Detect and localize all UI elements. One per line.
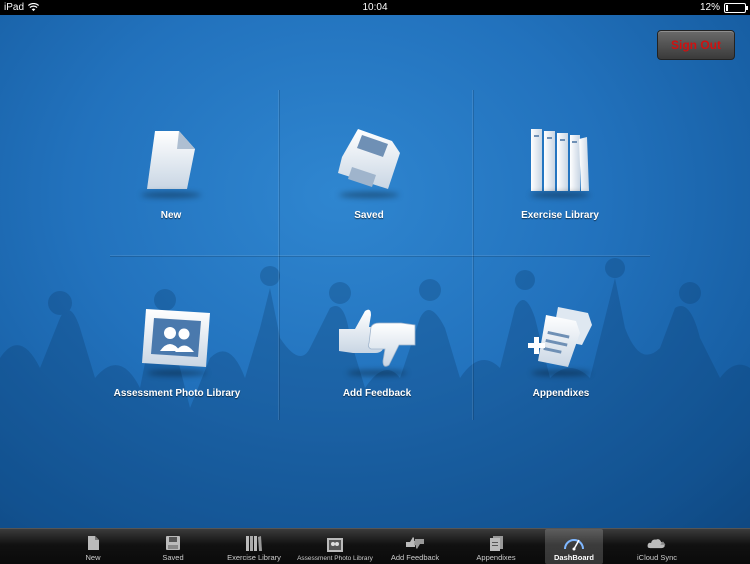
clock: 10:04 <box>362 2 388 13</box>
dashboard-area: Sign Out New Saved Exercise Library Asse… <box>0 15 750 528</box>
appendix-icon <box>516 298 606 378</box>
battery-percent: 12% <box>699 2 720 13</box>
dashboard-icon <box>563 533 585 553</box>
floppy-disk-icon <box>162 533 184 553</box>
tile-exercise-library[interactable]: Exercise Library <box>475 120 645 260</box>
tab-dashboard[interactable]: DashBoard <box>545 529 603 564</box>
books-icon <box>515 120 605 200</box>
tile-saved[interactable]: Saved <box>284 120 454 260</box>
tab-icloud-sync[interactable]: iCloud Sync <box>621 529 693 564</box>
tab-saved[interactable]: Saved <box>137 529 209 564</box>
tab-appendixes[interactable]: Appendixes <box>460 529 532 564</box>
tile-add-feedback[interactable]: Add Feedback <box>292 298 462 438</box>
tab-exercise-library[interactable]: Exercise Library <box>218 529 290 564</box>
books-icon <box>243 533 265 553</box>
photo-icon <box>132 298 222 378</box>
tab-assessment-photo-library[interactable]: Assessment Photo Library <box>297 529 373 564</box>
photo-icon <box>324 535 346 555</box>
thumbs-icon <box>404 533 426 553</box>
tile-label: Saved <box>354 210 384 221</box>
tab-bar: New Saved Exercise Library Assessment Ph… <box>0 528 750 564</box>
tile-assessment-photo-library[interactable]: Assessment Photo Library <box>92 298 262 438</box>
tile-label: Exercise Library <box>521 210 599 221</box>
tile-label: Add Feedback <box>342 388 412 399</box>
appendix-icon <box>485 533 507 553</box>
thumbs-icon <box>332 298 422 378</box>
tile-label: Appendixes <box>532 388 590 399</box>
tile-appendixes[interactable]: Appendixes <box>476 298 646 438</box>
tab-new[interactable]: New <box>57 529 129 564</box>
battery-icon <box>724 2 748 13</box>
sign-out-button[interactable]: Sign Out <box>657 30 735 60</box>
document-icon <box>82 533 104 553</box>
tile-label: Assessment Photo Library <box>113 388 241 399</box>
cloud-sync-icon <box>646 533 668 553</box>
tab-add-feedback[interactable]: Add Feedback <box>379 529 451 564</box>
status-bar: iPad 10:04 12% <box>0 0 750 15</box>
tile-label: New <box>160 210 182 221</box>
tile-new[interactable]: New <box>86 120 256 260</box>
floppy-disk-icon <box>324 120 414 200</box>
document-icon <box>126 120 216 200</box>
